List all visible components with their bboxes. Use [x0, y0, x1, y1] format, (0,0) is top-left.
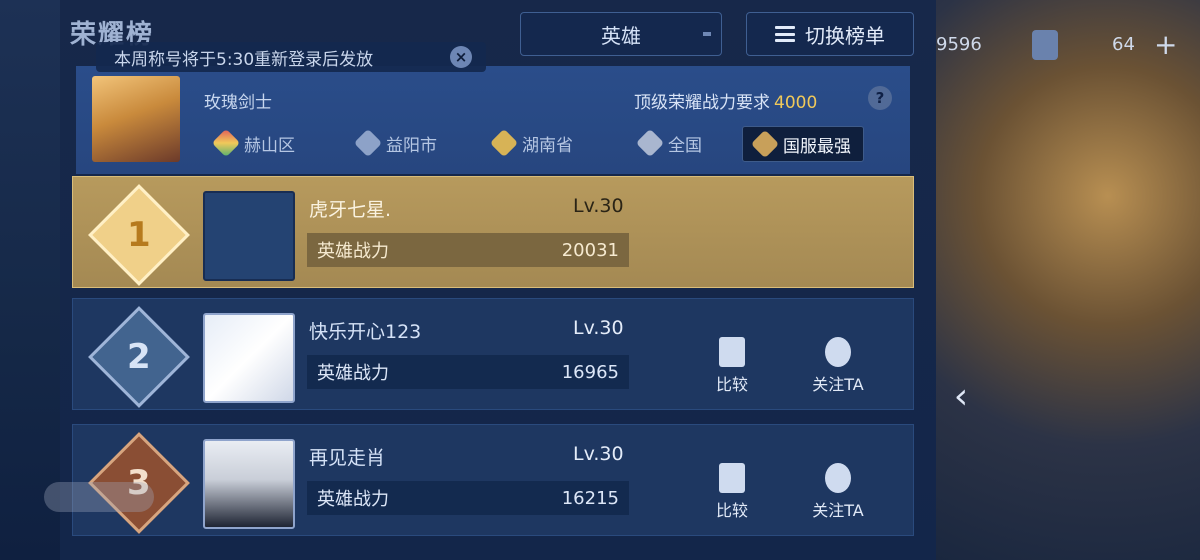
region-tab-city[interactable]: 益阳市: [353, 126, 437, 160]
rank-number: 2: [127, 336, 151, 377]
region-tab-label: 湖南省: [522, 135, 573, 156]
chevron-left-icon[interactable]: ‹: [944, 374, 978, 418]
player-level: Lv.30: [573, 195, 624, 217]
player-name: 虎牙七星.: [309, 199, 392, 221]
rank-number: 1: [127, 214, 151, 255]
player-level: Lv.30: [573, 443, 624, 465]
notice-banner: 本周称号将于5:30重新登录后发放 ×: [96, 42, 486, 72]
city-icon: [353, 128, 383, 158]
region-tab-label: 国服最强: [783, 136, 851, 157]
my-avatar[interactable]: [92, 76, 180, 162]
player-name: 快乐开心123: [309, 321, 422, 343]
follow-label: 关注TA: [812, 501, 864, 520]
power-bar: 英雄战力 20031: [307, 233, 629, 267]
watermark: [44, 482, 154, 512]
power-value: 16215: [561, 487, 619, 509]
power-label: 英雄战力: [317, 489, 389, 510]
close-icon[interactable]: ×: [450, 46, 472, 68]
hero-art-panel: [936, 0, 1200, 560]
avatar[interactable]: [203, 313, 295, 403]
currency-icon: [1032, 30, 1058, 60]
avatar[interactable]: [203, 439, 295, 529]
region-tab-label: 赫山区: [244, 135, 295, 156]
leaderboard-row[interactable]: 3 再见走肖 Lv.30 英雄战力 16215 比较 关注TA: [72, 424, 914, 536]
rank-badge: 2: [88, 306, 190, 408]
requirement-value: 4000: [774, 93, 818, 113]
my-title-name: 玫瑰剑士: [204, 93, 272, 113]
region-tab-label: 益阳市: [386, 135, 437, 156]
region-tab-server-best[interactable]: 国服最强: [742, 126, 864, 162]
region-tab-label: 全国: [668, 135, 702, 156]
province-icon: [489, 128, 519, 158]
compare-label: 比较: [715, 375, 748, 394]
compare-label: 比较: [715, 501, 748, 520]
power-label: 英雄战力: [317, 363, 389, 384]
notice-text: 本周称号将于5:30重新登录后发放: [114, 49, 374, 70]
rank-badge: 1: [88, 184, 190, 286]
add-icon[interactable]: +: [1154, 28, 1177, 61]
power-bar: 英雄战力 16965: [307, 355, 629, 389]
region-tab-district[interactable]: 赫山区: [211, 126, 295, 160]
avatar[interactable]: [203, 191, 295, 281]
power-value: 16965: [561, 361, 619, 383]
switch-leaderboard-label: 切换榜单: [805, 23, 885, 48]
currency-value: 9596: [936, 34, 982, 55]
district-icon: [211, 128, 241, 158]
follow-button[interactable]: 关注TA: [803, 337, 873, 395]
list-icon: [775, 26, 795, 42]
region-tab-province[interactable]: 湖南省: [489, 126, 573, 160]
follow-label: 关注TA: [812, 375, 864, 394]
region-tab-national[interactable]: 全国: [635, 126, 702, 160]
power-label: 英雄战力: [317, 241, 389, 262]
power-value: 20031: [561, 239, 619, 261]
leaderboard-row[interactable]: 1 虎牙七星. Lv.30 英雄战力 20031: [72, 176, 914, 288]
player-name: 再见走肖: [309, 447, 386, 469]
help-icon[interactable]: ?: [868, 86, 892, 110]
item-count: 64: [1112, 34, 1135, 55]
compare-button[interactable]: 比较: [697, 463, 767, 521]
compare-icon: [719, 337, 745, 367]
hero-select-label: 英雄: [601, 23, 641, 48]
power-bar: 英雄战力 16215: [307, 481, 629, 515]
follow-button[interactable]: 关注TA: [803, 463, 873, 521]
hero-select[interactable]: 英雄: [520, 12, 722, 56]
compare-icon: [719, 463, 745, 493]
follow-icon: [825, 463, 851, 493]
requirement-text: 顶级荣耀战力要求 4000: [634, 88, 817, 113]
switch-leaderboard-button[interactable]: 切换榜单: [746, 12, 914, 56]
follow-icon: [825, 337, 851, 367]
currency-bar: 9596 64 +: [936, 28, 1200, 62]
national-icon: [635, 128, 665, 158]
chevron-down-icon: [703, 32, 711, 36]
requirement-label: 顶级荣耀战力要求: [634, 93, 770, 113]
crown-icon: [750, 129, 780, 159]
leaderboard-row[interactable]: 2 快乐开心123 Lv.30 英雄战力 16965 比较 关注TA: [72, 298, 914, 410]
compare-button[interactable]: 比较: [697, 337, 767, 395]
player-level: Lv.30: [573, 317, 624, 339]
